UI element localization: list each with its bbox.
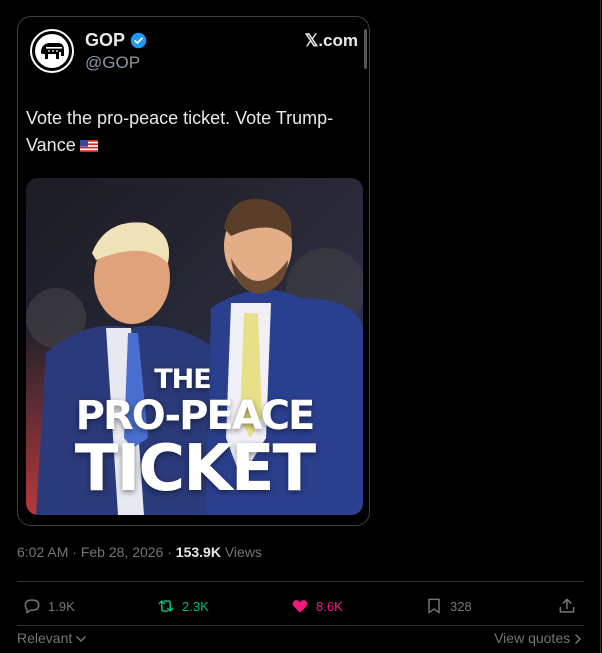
- meta-separator: ·: [72, 544, 77, 560]
- repost-icon: [158, 600, 174, 612]
- bookmark-icon: [428, 598, 440, 614]
- post-text-content: Vote the pro-peace ticket. Vote Trump-Va…: [26, 108, 334, 155]
- bookmark-button[interactable]: 328: [424, 596, 472, 616]
- bookmark-count: 328: [450, 598, 472, 614]
- gop-avatar[interactable]: [30, 29, 74, 73]
- post-text: Vote the pro-peace ticket. Vote Trump-Va…: [26, 105, 362, 159]
- column-border: [600, 0, 601, 653]
- repost-count: 2.3K: [182, 598, 209, 614]
- repost-button[interactable]: 2.3K: [156, 596, 209, 616]
- share-icon: [559, 598, 575, 613]
- like-button[interactable]: 8.6K: [290, 596, 343, 616]
- chevron-down-icon: [76, 636, 86, 643]
- reply-button[interactable]: 1.9K: [22, 596, 75, 616]
- handle[interactable]: @GOP: [85, 53, 140, 73]
- promo-headline-line1: THE: [154, 364, 211, 395]
- post-meta: 6:02 AM · Feb 28, 2026 · 153.9K Views: [17, 544, 262, 560]
- display-name[interactable]: GOP: [85, 30, 125, 51]
- views-count: 153.9K: [175, 544, 221, 560]
- divider-top: [17, 581, 584, 582]
- sort-label: Relevant: [17, 630, 73, 646]
- views-label: Views: [224, 544, 262, 560]
- meta-separator: ·: [167, 544, 172, 560]
- reply-icon: [24, 599, 40, 614]
- heart-icon: [292, 600, 308, 613]
- verified-badge-icon: [130, 32, 147, 49]
- sort-relevant-dropdown[interactable]: Relevant: [17, 630, 86, 646]
- reply-count: 1.9K: [48, 598, 75, 614]
- scrollbar[interactable]: [364, 29, 367, 69]
- divider-bottom: [17, 625, 584, 626]
- view-quotes-link[interactable]: View quotes: [494, 630, 582, 646]
- chevron-right-icon: [575, 634, 582, 645]
- embedded-post-card[interactable]: GOP @GOP 𝕏.com Vote the pro-peace ticket…: [17, 16, 370, 526]
- view-quotes-label: View quotes: [494, 630, 571, 646]
- promo-headline-line3: TICKET: [74, 432, 316, 506]
- like-count: 8.6K: [316, 598, 343, 614]
- x-logo-link[interactable]: 𝕏.com: [305, 31, 358, 51]
- post-time[interactable]: 6:02 AM: [17, 544, 68, 560]
- post-date[interactable]: Feb 28, 2026: [81, 544, 164, 560]
- elephant-logo-icon: [35, 34, 69, 68]
- share-button[interactable]: [557, 596, 583, 616]
- post-image[interactable]: THE PRO-PEACE TICKET: [26, 178, 363, 515]
- us-flag-icon: [79, 140, 98, 152]
